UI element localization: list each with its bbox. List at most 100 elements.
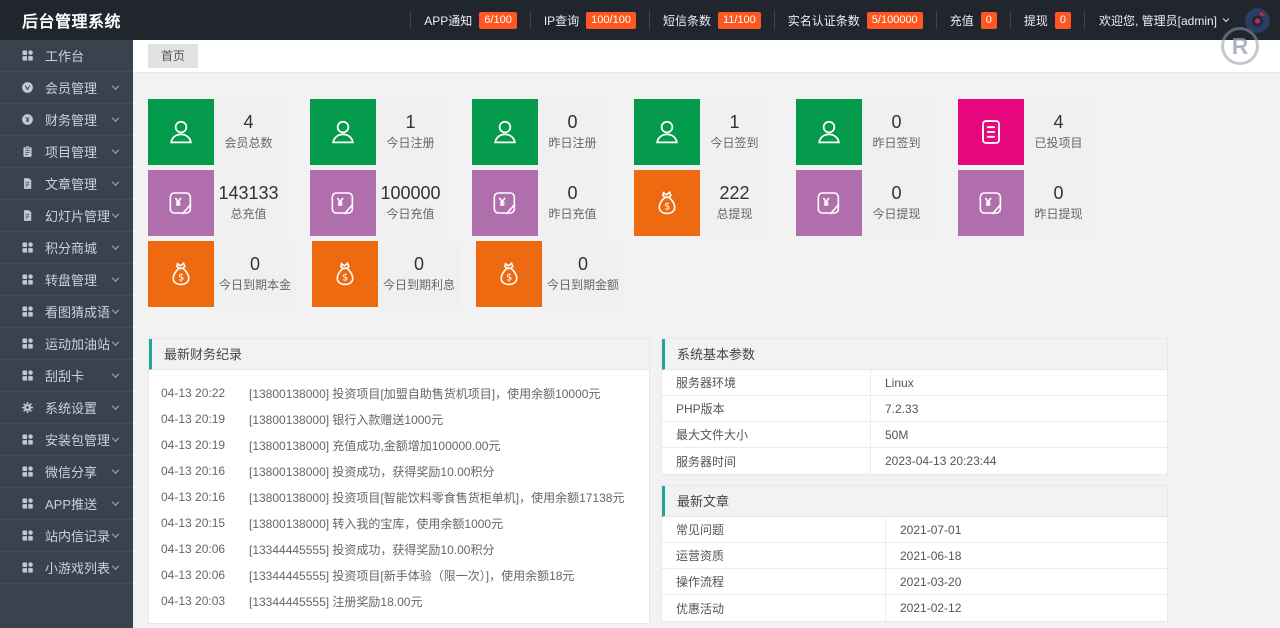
chevron-down-icon [110, 434, 121, 445]
sidebar-item[interactable]: APP推送 [0, 488, 133, 520]
stat-card[interactable]: 0 昨日签到 [796, 99, 931, 165]
sidebar-item-label: 小游戏列表 [45, 561, 110, 576]
sidebar-item[interactable]: 微信分享 [0, 456, 133, 488]
stat-card-info: 222 总提现 [700, 170, 769, 236]
stat-card[interactable]: 4 会员总数 [148, 99, 283, 165]
stat-card[interactable]: 0 昨日充值 [472, 170, 607, 236]
tab-home[interactable]: 首页 [148, 44, 199, 68]
sidebar-item[interactable]: 文章管理 [0, 168, 133, 200]
sidebar-item-label: 站内信记录 [45, 529, 110, 544]
sidebar-item[interactable]: 转盘管理 [0, 264, 133, 296]
param-value: 50M [870, 422, 1167, 447]
header-stat-link[interactable]: 短信条数 11/100 [648, 11, 774, 29]
stat-label: 今日提现 [872, 207, 921, 222]
user-menu[interactable]: 欢迎您, 管理员[admin] [1083, 11, 1239, 29]
sidebar-item[interactable]: 积分商城 [0, 232, 133, 264]
grid-icon [20, 304, 35, 319]
stat-card[interactable]: $ 0 今日到期本金 [148, 241, 296, 307]
sidebar-item[interactable]: 幻灯片管理 [0, 200, 133, 232]
header-stat-badge: 6/100 [479, 11, 517, 29]
sidebar-item-label: 运动加油站 [45, 337, 110, 352]
stat-card[interactable]: 0 昨日提现 [958, 170, 1093, 236]
stat-value: 0 [1053, 182, 1064, 203]
grid-icon [20, 272, 35, 287]
sidebar-item-label: 工作台 [45, 49, 85, 64]
article-title[interactable]: 常见问题 [662, 517, 885, 542]
stat-label: 已投项目 [1034, 136, 1083, 151]
stat-card[interactable]: 0 今日提现 [796, 170, 931, 236]
chevron-down-icon [110, 146, 121, 157]
sidebar-item[interactable]: 工作台 [0, 40, 133, 72]
article-title[interactable]: 优惠活动 [662, 595, 885, 621]
stat-card-info: 0 今日到期金额 [542, 241, 624, 307]
stat-card[interactable]: 143133 总充值 [148, 170, 283, 236]
sidebar-item[interactable]: 项目管理 [0, 136, 133, 168]
panel-system-params: 系统基本参数 服务器环境 Linux PHP版本 7.2.33 最大文件大小 5… [661, 338, 1168, 475]
grid-icon [20, 368, 35, 383]
stat-value: 1 [405, 111, 416, 132]
stat-card[interactable]: 0 昨日注册 [472, 99, 607, 165]
record-time: 04-13 20:15 [161, 516, 226, 530]
sidebar-item[interactable]: 财务管理 [0, 104, 133, 136]
main-content: 4 会员总数 1 今日注册 0 昨日注册 1 今日签到 0 昨日签到 4 已投项… [133, 73, 1280, 628]
header-stat-link[interactable]: IP查询 100/100 [529, 11, 649, 29]
stat-card[interactable]: 4 已投项目 [958, 99, 1093, 165]
stat-card[interactable]: 1 今日签到 [634, 99, 769, 165]
stat-label: 昨日充值 [548, 207, 597, 222]
stat-card[interactable]: $ 0 今日到期金额 [476, 241, 624, 307]
article-title[interactable]: 操作流程 [662, 569, 885, 594]
chevron-down-icon [110, 562, 121, 573]
record-time: 04-13 20:22 [161, 386, 226, 400]
sidebar-item[interactable]: 会员管理 [0, 72, 133, 104]
stat-card[interactable]: 1 今日注册 [310, 99, 445, 165]
user-icon [489, 116, 521, 148]
chevron-down-icon [110, 338, 121, 349]
sidebar-item[interactable]: 看图猜成语 [0, 296, 133, 328]
article-date: 2021-03-20 [885, 569, 1167, 594]
money-bag-icon: $ [329, 258, 361, 290]
header-stat-link[interactable]: 实名认证条数 5/100000 [773, 11, 936, 29]
sidebar-item-label: 微信分享 [45, 465, 98, 480]
header-stats: APP通知 6/100 IP查询 100/100 短信条数 11/100 实名认… [410, 11, 1084, 29]
sidebar-item-label: 刮刮卡 [45, 369, 85, 384]
stat-card-row: 143133 总充值 100000 今日充值 0 昨日充值 $ 222 总提现 … [148, 170, 1280, 236]
record-text: [13800138000] 银行入款赠送1000元 [249, 412, 444, 427]
stat-card-icon-block [472, 99, 538, 165]
article-date: 2021-07-01 [885, 517, 1167, 542]
sidebar-item[interactable]: 安装包管理 [0, 424, 133, 456]
header-stat-label: 短信条数 [662, 13, 711, 28]
sidebar-item[interactable]: 系统设置 [0, 392, 133, 424]
record-text: [13344445555] 注册奖励18.00元 [249, 594, 423, 609]
stat-card-icon-block: $ [312, 241, 378, 307]
sidebar-item[interactable]: 运动加油站 [0, 328, 133, 360]
header-stat-link[interactable]: APP通知 6/100 [410, 11, 530, 29]
sidebar-item[interactable]: 刮刮卡 [0, 360, 133, 392]
grid-icon [20, 48, 35, 63]
table-row: 运营资质 2021-06-18 [662, 543, 1167, 569]
stat-card[interactable]: $ 0 今日到期利息 [312, 241, 460, 307]
stat-card-icon-block [958, 170, 1024, 236]
stat-label: 今日到期本金 [218, 278, 291, 293]
stat-card-info: 0 昨日提现 [1024, 170, 1093, 236]
param-value: 2023-04-13 20:23:44 [870, 448, 1167, 474]
stat-card-icon-block [310, 170, 376, 236]
header-stat-link[interactable]: 提现 0 [1009, 11, 1084, 29]
panel-title: 系统基本参数 [662, 339, 1167, 370]
stat-card-row: 4 会员总数 1 今日注册 0 昨日注册 1 今日签到 0 昨日签到 4 已投项… [148, 99, 1280, 165]
sidebar-item-label: APP推送 [45, 497, 98, 512]
sidebar-item[interactable]: 站内信记录 [0, 520, 133, 552]
sidebar-item-label: 会员管理 [45, 81, 98, 96]
article-title[interactable]: 运营资质 [662, 543, 885, 568]
stat-card[interactable]: $ 222 总提现 [634, 170, 769, 236]
header-stat-link[interactable]: 充值 0 [935, 11, 1010, 29]
sidebar-item-label: 幻灯片管理 [45, 209, 110, 224]
sidebar-item[interactable]: 小游戏列表 [0, 552, 133, 584]
svg-text:$: $ [664, 202, 670, 213]
stat-card-info: 0 今日提现 [862, 170, 931, 236]
stat-label: 今日充值 [386, 207, 435, 222]
grid-icon [20, 528, 35, 543]
gear-icon [20, 400, 35, 415]
sidebar-item-label: 财务管理 [45, 113, 98, 128]
stat-label: 昨日注册 [548, 136, 597, 151]
stat-card[interactable]: 100000 今日充值 [310, 170, 445, 236]
